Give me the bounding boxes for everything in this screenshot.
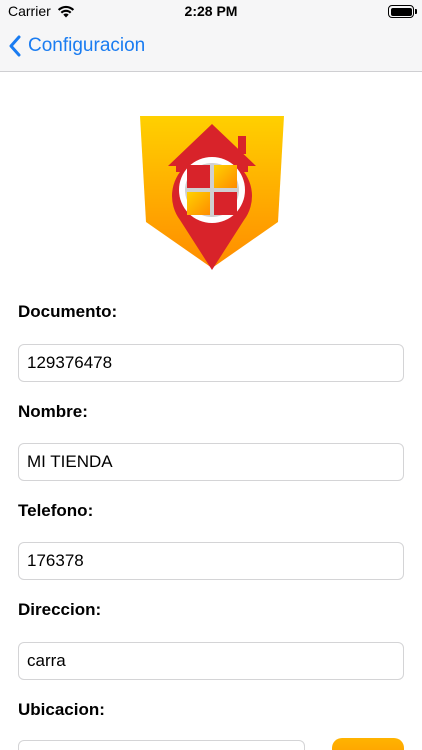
location-input[interactable] xyxy=(18,740,305,750)
phone-label: Telefono: xyxy=(18,501,94,520)
back-button-label: Configuracion xyxy=(28,35,146,56)
back-button[interactable]: Configuracion xyxy=(8,35,145,57)
location-button[interactable] xyxy=(332,738,404,750)
store-logo xyxy=(140,116,284,270)
document-label: Documento: xyxy=(18,302,118,321)
name-input[interactable] xyxy=(18,443,404,481)
address-label: Direccion: xyxy=(18,600,102,619)
status-time: 2:28 PM xyxy=(184,3,238,19)
location-label: Ubicacion: xyxy=(18,700,105,719)
address-input[interactable] xyxy=(18,642,404,680)
battery-icon xyxy=(388,5,417,18)
name-label: Nombre: xyxy=(18,402,88,421)
document-input[interactable] xyxy=(18,344,404,382)
navigation-bar: Configuracion xyxy=(0,24,422,72)
chevron-left-icon xyxy=(9,35,21,57)
status-bar: Carrier 2:28 PM xyxy=(0,0,422,24)
phone-input[interactable] xyxy=(18,542,404,580)
